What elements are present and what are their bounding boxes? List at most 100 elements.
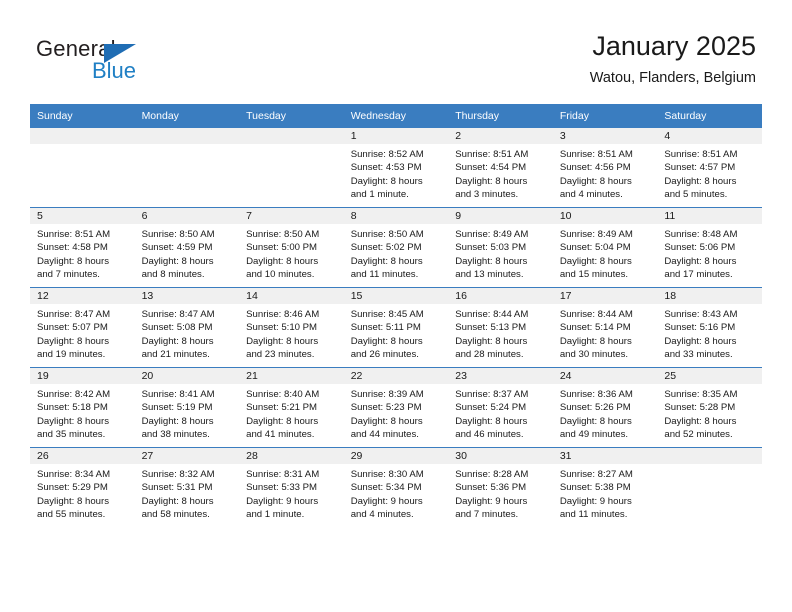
day-details: Sunrise: 8:39 AM Sunset: 5:23 PM Daylight:… [344, 384, 449, 442]
calendar-day-cell[interactable]: 21 Sunrise: 8:40 AM Sunset: 5:21 PM Dayligh… [239, 367, 344, 448]
calendar-day-cell[interactable]: 8 Sunrise: 8:50 AM Sunset: 5:02 PM Daylight… [343, 207, 449, 288]
day-number: 26 [30, 448, 135, 464]
day-number: 6 [134, 208, 240, 224]
day-number: 30 [448, 448, 553, 464]
day-details: Sunrise: 8:51 AM Sunset: 4:54 PM Daylight:… [448, 144, 553, 202]
day-detail-line: Sunrise: 8:47 AM [37, 309, 111, 320]
day-number: 11 [657, 208, 762, 224]
calendar-day-cell[interactable]: 31 Sunrise: 8:27 AM Sunset: 5:38 PM Dayligh… [552, 447, 658, 527]
day-details: Sunrise: 8:31 AM Sunset: 5:33 PM Daylight:… [239, 464, 344, 522]
day-detail-line: Sunrise: 8:37 AM [455, 389, 529, 400]
day-detail-line: Sunset: 5:19 PM [141, 402, 213, 414]
day-detail-line: Daylight: 8 hours [246, 255, 319, 267]
calendar-day-cell[interactable]: 22 Sunrise: 8:39 AM Sunset: 5:23 PM Dayligh… [343, 367, 449, 448]
day-detail-line: Daylight: 9 hours [559, 495, 632, 507]
calendar-day-cell[interactable]: 19 Sunrise: 8:42 AM Sunset: 5:18 PM Dayligh… [30, 367, 135, 448]
day-number: 16 [448, 288, 553, 304]
calendar-day-cell[interactable]: 24 Sunrise: 8:36 AM Sunset: 5:26 PM Dayligh… [552, 367, 658, 448]
calendar-day-cell[interactable]: 18 Sunrise: 8:43 AM Sunset: 5:16 PM Dayligh… [657, 287, 762, 368]
calendar-day-cell[interactable]: 2 Sunrise: 8:51 AM Sunset: 4:54 PM Daylight… [448, 128, 553, 208]
weekday-header-friday: Friday [552, 104, 658, 128]
weekday-header-sunday: Sunday [30, 104, 135, 128]
day-details [30, 144, 135, 148]
day-detail-line: Daylight: 8 hours [141, 255, 214, 267]
day-detail-line: Sunrise: 8:30 AM [350, 469, 424, 480]
day-detail-line: and 11 minutes. [559, 509, 628, 521]
day-detail-line: Sunset: 4:56 PM [559, 162, 631, 174]
page-subtitle: Watou, Flanders, Belgium [589, 70, 756, 86]
day-detail-line: Daylight: 8 hours [141, 415, 214, 427]
day-number [239, 128, 344, 144]
day-details: Sunrise: 8:50 AM Sunset: 5:00 PM Daylight:… [239, 224, 344, 282]
page-header: General Blue January 2025 Watou, Flander… [0, 0, 792, 103]
day-detail-line: Sunset: 5:38 PM [559, 482, 631, 494]
calendar-day-cell[interactable]: 14 Sunrise: 8:46 AM Sunset: 5:10 PM Dayligh… [239, 287, 344, 368]
day-details: Sunrise: 8:30 AM Sunset: 5:34 PM Daylight:… [344, 464, 449, 522]
day-details: Sunrise: 8:44 AM Sunset: 5:14 PM Daylight:… [553, 304, 658, 362]
day-details: Sunrise: 8:36 AM Sunset: 5:26 PM Daylight:… [553, 384, 658, 442]
calendar-day-cell[interactable]: 7 Sunrise: 8:50 AM Sunset: 5:00 PM Daylight… [239, 207, 344, 288]
calendar-day-cell[interactable]: 26 Sunrise: 8:34 AM Sunset: 5:29 PM Dayligh… [30, 447, 135, 527]
day-detail-line: Sunset: 5:29 PM [37, 482, 108, 494]
calendar-day-cell[interactable]: 25 Sunrise: 8:35 AM Sunset: 5:28 PM Dayligh… [657, 367, 762, 448]
day-number: 29 [343, 448, 449, 464]
calendar-page: General Blue January 2025 Watou, Flander… [0, 0, 792, 612]
day-details: Sunrise: 8:27 AM Sunset: 5:38 PM Daylight:… [553, 464, 658, 522]
calendar-day-cell[interactable]: 29 Sunrise: 8:30 AM Sunset: 5:34 PM Dayligh… [343, 447, 449, 527]
calendar-day-cell[interactable]: 12 Sunrise: 8:47 AM Sunset: 5:07 PM Dayligh… [30, 287, 135, 368]
calendar-day-cell[interactable]: 5 Sunrise: 8:51 AM Sunset: 4:58 PM Daylight… [30, 207, 135, 288]
day-detail-line: and 38 minutes. [141, 429, 210, 441]
day-detail-line: Sunset: 5:14 PM [559, 322, 631, 334]
day-detail-line: and 46 minutes. [455, 429, 524, 441]
calendar-week-row: 5 Sunrise: 8:51 AM Sunset: 4:58 PM Daylight… [30, 207, 762, 288]
calendar-day-cell[interactable]: 10 Sunrise: 8:49 AM Sunset: 5:04 PM Dayligh… [552, 207, 658, 288]
day-detail-line: Sunrise: 8:48 AM [664, 229, 738, 240]
day-detail-line: Sunset: 4:58 PM [37, 242, 108, 254]
day-detail-line: Sunrise: 8:40 AM [246, 389, 320, 400]
calendar-day-cell[interactable]: 23 Sunrise: 8:37 AM Sunset: 5:24 PM Dayligh… [448, 367, 553, 448]
day-details: Sunrise: 8:43 AM Sunset: 5:16 PM Daylight:… [657, 304, 762, 362]
day-number: 20 [134, 368, 240, 384]
day-detail-line: and 7 minutes. [37, 269, 100, 281]
day-number [134, 128, 240, 144]
calendar-day-cell[interactable]: 9 Sunrise: 8:49 AM Sunset: 5:03 PM Daylight… [448, 207, 553, 288]
day-detail-line: Sunset: 5:36 PM [455, 482, 527, 494]
weekday-header-wednesday: Wednesday [343, 104, 449, 128]
day-details: Sunrise: 8:47 AM Sunset: 5:07 PM Daylight:… [30, 304, 135, 362]
calendar-day-cell[interactable]: 16 Sunrise: 8:44 AM Sunset: 5:13 PM Dayligh… [448, 287, 553, 368]
day-detail-line: Sunrise: 8:34 AM [37, 469, 111, 480]
calendar-day-cell[interactable]: 27 Sunrise: 8:32 AM Sunset: 5:31 PM Dayligh… [134, 447, 240, 527]
day-detail-line: Sunrise: 8:49 AM [559, 229, 633, 240]
day-detail-line: Daylight: 8 hours [559, 255, 632, 267]
day-detail-line: Sunrise: 8:51 AM [559, 149, 633, 160]
day-detail-line: Sunset: 5:13 PM [455, 322, 527, 334]
calendar-day-cell[interactable]: 6 Sunrise: 8:50 AM Sunset: 4:59 PM Daylight… [134, 207, 240, 288]
day-number: 9 [448, 208, 553, 224]
calendar-empty-cell [657, 447, 762, 527]
day-detail-line: Sunset: 4:59 PM [141, 242, 213, 254]
calendar-day-cell[interactable]: 15 Sunrise: 8:45 AM Sunset: 5:11 PM Dayligh… [343, 287, 449, 368]
day-details: Sunrise: 8:51 AM Sunset: 4:57 PM Daylight:… [657, 144, 762, 202]
calendar-day-cell[interactable]: 3 Sunrise: 8:51 AM Sunset: 4:56 PM Daylight… [552, 128, 658, 208]
day-details: Sunrise: 8:51 AM Sunset: 4:56 PM Daylight:… [553, 144, 658, 202]
day-detail-line: Sunset: 5:04 PM [559, 242, 631, 254]
calendar-day-cell[interactable]: 13 Sunrise: 8:47 AM Sunset: 5:08 PM Dayligh… [134, 287, 240, 368]
day-detail-line: Sunrise: 8:41 AM [141, 389, 215, 400]
day-detail-line: Daylight: 9 hours [455, 495, 528, 507]
day-detail-line: Daylight: 8 hours [37, 415, 109, 427]
calendar-day-cell[interactable]: 20 Sunrise: 8:41 AM Sunset: 5:19 PM Dayligh… [134, 367, 240, 448]
calendar-day-cell[interactable]: 30 Sunrise: 8:28 AM Sunset: 5:36 PM Dayligh… [448, 447, 553, 527]
calendar-day-cell[interactable]: 28 Sunrise: 8:31 AM Sunset: 5:33 PM Dayligh… [239, 447, 344, 527]
calendar-empty-cell [239, 128, 344, 208]
day-detail-line: and 7 minutes. [455, 509, 519, 521]
day-detail-line: and 19 minutes. [37, 349, 106, 361]
day-detail-line: Daylight: 8 hours [350, 255, 423, 267]
day-detail-line: Sunrise: 8:50 AM [141, 229, 215, 240]
calendar-day-cell[interactable]: 4 Sunrise: 8:51 AM Sunset: 4:57 PM Daylight… [657, 128, 762, 208]
calendar-day-cell[interactable]: 17 Sunrise: 8:44 AM Sunset: 5:14 PM Dayligh… [552, 287, 658, 368]
calendar-day-cell[interactable]: 1 Sunrise: 8:52 AM Sunset: 4:53 PM Daylight… [343, 128, 449, 208]
calendar-day-cell[interactable]: 11 Sunrise: 8:48 AM Sunset: 5:06 PM Dayligh… [657, 207, 762, 288]
general-blue-logo: General Blue [36, 36, 236, 83]
day-detail-line: Sunset: 4:54 PM [455, 162, 527, 174]
calendar-week-row: 1 Sunrise: 8:52 AM Sunset: 4:53 PM Daylight… [30, 128, 762, 208]
